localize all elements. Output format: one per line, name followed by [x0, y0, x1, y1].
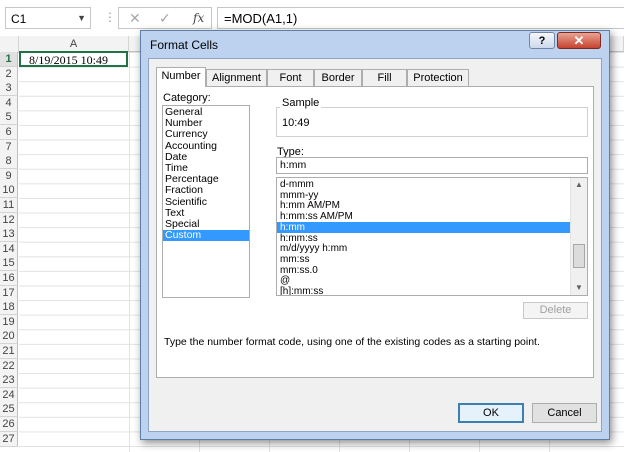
- cancel-formula-icon[interactable]: ✕: [129, 10, 141, 27]
- row-header[interactable]: 17: [0, 285, 18, 301]
- row-header[interactable]: 27: [0, 431, 18, 447]
- category-label: Category:: [163, 92, 211, 104]
- type-list-item[interactable]: @: [277, 275, 571, 286]
- type-list-item[interactable]: mm:ss.0: [277, 265, 571, 276]
- type-list-item[interactable]: h:mm:ss AM/PM: [277, 211, 571, 222]
- dialog-body: Number Alignment Font Border Fill Protec…: [148, 58, 602, 432]
- row-header[interactable]: 7: [0, 139, 18, 155]
- drag-handle-icon[interactable]: ⋮: [104, 10, 116, 24]
- type-list-item[interactable]: h:mm:ss: [277, 233, 571, 244]
- format-description: Type the number format code, using one o…: [164, 336, 540, 348]
- row-header[interactable]: 11: [0, 198, 18, 213]
- name-box-value: C1: [11, 12, 27, 26]
- category-item[interactable]: Accounting: [163, 140, 249, 152]
- row-header[interactable]: 8: [0, 154, 18, 170]
- type-list-item[interactable]: mm:ss: [277, 254, 571, 265]
- type-list-item[interactable]: mmm-yy: [277, 190, 571, 201]
- row-header[interactable]: 19: [0, 314, 18, 330]
- row-header[interactable]: 22: [0, 358, 18, 374]
- cancel-button[interactable]: Cancel: [532, 403, 597, 423]
- cell-a1[interactable]: 8/19/2015 10:49: [19, 51, 128, 67]
- formula-input[interactable]: =MOD(A1,1): [217, 7, 624, 29]
- scroll-thumb[interactable]: [573, 244, 585, 268]
- type-list[interactable]: [h]:mm:ss @ mm:ss.0 mm:ss m/d/yyyy h:mm h:mm:…: [276, 177, 588, 296]
- row-header[interactable]: 18: [0, 300, 18, 316]
- row-header[interactable]: 10: [0, 183, 18, 199]
- row-header[interactable]: 14: [0, 241, 18, 257]
- format-cells-dialog: Format Cells ? ✕ Number Alignment Font B…: [140, 30, 610, 440]
- help-button[interactable]: ?: [529, 32, 555, 49]
- row-header[interactable]: 13: [0, 227, 18, 243]
- category-item[interactable]: Currency: [163, 129, 249, 140]
- category-item[interactable]: Scientific: [163, 196, 249, 208]
- formula-text: =MOD(A1,1): [224, 11, 298, 26]
- close-button[interactable]: ✕: [557, 32, 601, 49]
- category-item[interactable]: Fraction: [163, 185, 249, 196]
- type-list-item[interactable]: [h]:mm:ss: [277, 286, 571, 295]
- select-all-corner[interactable]: [0, 36, 19, 53]
- type-list-item[interactable]: m/d/yyyy h:mm: [277, 243, 571, 254]
- column-header-a[interactable]: A: [19, 36, 129, 52]
- row-header[interactable]: 5: [0, 110, 18, 126]
- row-header[interactable]: 25: [0, 402, 18, 418]
- tab-number[interactable]: Number: [156, 67, 206, 87]
- tab-alignment[interactable]: Alignment: [206, 69, 267, 86]
- row-header[interactable]: 23: [0, 373, 18, 389]
- tab-fill[interactable]: Fill: [362, 69, 407, 86]
- row-header[interactable]: 3: [0, 81, 18, 97]
- row-header[interactable]: 20: [0, 329, 18, 345]
- sample-value: 10:49: [282, 117, 310, 129]
- type-input-value: h:mm: [280, 159, 307, 171]
- insert-function-icon[interactable]: fx: [193, 11, 204, 25]
- chevron-down-icon[interactable]: ▼: [77, 13, 86, 23]
- type-list-item[interactable]: h:mm: [277, 221, 571, 233]
- delete-button[interactable]: Delete: [523, 302, 588, 319]
- sample-label: Sample: [280, 97, 322, 109]
- row-header[interactable]: 4: [0, 95, 18, 111]
- sample-group: [276, 107, 588, 137]
- formula-buttons: ✕ ✓ fx: [118, 7, 212, 29]
- category-list[interactable]: General Number Currency Accounting Date Time P…: [162, 105, 250, 298]
- row-header[interactable]: 26: [0, 417, 18, 432]
- row-header[interactable]: 15: [0, 256, 18, 272]
- tab-border[interactable]: Border: [314, 69, 362, 86]
- row-header[interactable]: 12: [0, 212, 18, 228]
- row-header[interactable]: 24: [0, 387, 18, 403]
- type-list-scrollbar[interactable]: ▲ ▼: [570, 178, 587, 295]
- row-header[interactable]: 6: [0, 125, 18, 140]
- type-list-item[interactable]: h:mm AM/PM: [277, 200, 571, 211]
- dialog-title: Format Cells: [150, 38, 219, 52]
- tab-protection[interactable]: Protection: [407, 69, 469, 86]
- type-list-item[interactable]: d-mmm: [277, 179, 571, 190]
- scroll-up-icon[interactable]: ▲: [571, 178, 587, 192]
- type-input[interactable]: h:mm: [276, 157, 588, 174]
- enter-formula-icon[interactable]: ✓: [159, 10, 171, 27]
- ok-button[interactable]: OK: [458, 403, 524, 423]
- name-box[interactable]: C1 ▼: [5, 7, 91, 29]
- tab-font[interactable]: Font: [267, 69, 314, 86]
- cell-a1-value: 8/19/2015 10:49: [29, 53, 109, 67]
- row-header[interactable]: 2: [0, 66, 18, 82]
- scroll-down-icon[interactable]: ▼: [571, 281, 587, 295]
- row-header[interactable]: 16: [0, 271, 18, 286]
- number-tab-panel: Category: General Number Currency Accountin…: [156, 86, 594, 378]
- row-header[interactable]: 1: [0, 52, 18, 67]
- grid-divider: [129, 52, 130, 452]
- row-header[interactable]: 9: [0, 168, 18, 184]
- row-header[interactable]: 21: [0, 344, 18, 359]
- category-item[interactable]: Custom: [163, 230, 249, 242]
